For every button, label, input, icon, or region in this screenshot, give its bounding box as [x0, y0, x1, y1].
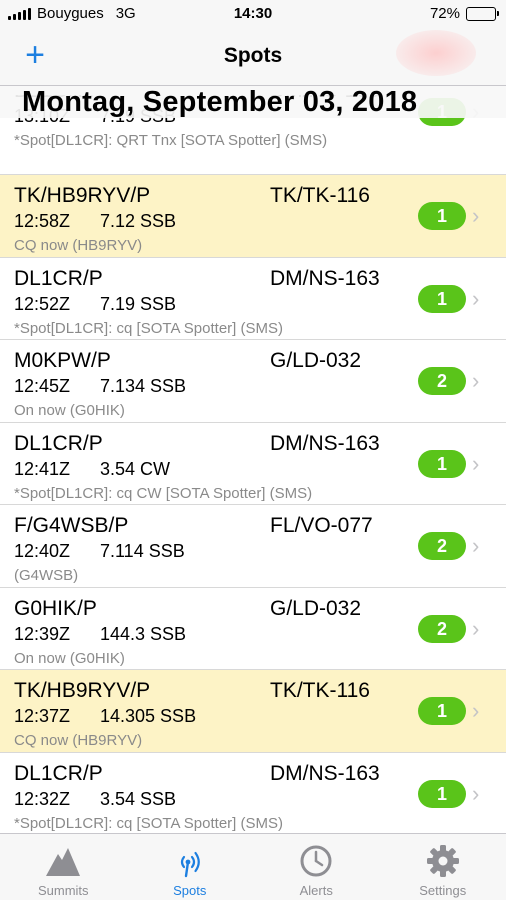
spot-time: 12:58Z [14, 211, 71, 231]
spot-callsign: DL1CR/P [14, 431, 103, 455]
chevron-right-icon: › [472, 368, 480, 393]
spot-callsign: DL1CR/P [14, 761, 103, 785]
spot-summit: TK/TK-116 [270, 184, 370, 207]
spot-count-badge: 2 [418, 614, 466, 643]
tab-spots[interactable]: Spots [127, 834, 254, 900]
chevron-right-icon: › [472, 698, 480, 723]
tab-bar: Summits Spots Alerts Settings [0, 833, 506, 900]
battery-icon [466, 6, 499, 21]
spot-time: 12:41Z [14, 458, 71, 479]
spot-comment: On now (G0HIK) [14, 649, 125, 667]
spot-comment: *Spot[DL1CR]: cq CW [SOTA Spotter] (SMS) [14, 484, 313, 502]
tab-label: Spots [173, 883, 207, 898]
spot-frequency: 7.134 SSB [100, 376, 187, 396]
spot-frequency: 3.54 CW [100, 458, 171, 479]
spot-summit: DM/NS-163 [270, 761, 380, 785]
gear-icon [426, 845, 459, 877]
tab-summits[interactable]: Summits [0, 834, 127, 900]
spot-comment: *Spot[DL1CR]: cq [SOTA Spotter] (SMS) [14, 319, 283, 337]
chevron-right-icon: › [472, 533, 480, 558]
spot-time: 12:52Z [14, 293, 71, 314]
spot-comment: *Spot[DL1CR]: QRT Tnx [SOTA Spotter] (SM… [14, 132, 328, 149]
spot-comment: On now (G0HIK) [14, 402, 125, 419]
spot-row[interactable]: TK/HB9RYV/P TK/TK-116 12:37Z 14.305 SSB CQ n… [0, 670, 506, 753]
tab-settings[interactable]: Settings [380, 834, 506, 900]
spot-comment: (G4WSB) [14, 567, 79, 584]
antenna-icon [180, 851, 200, 878]
spot-row[interactable]: DL1CR/P DM/NS-163 12:52Z 7.19 SSB *Spot[DL1C… [0, 257, 506, 340]
section-header: Montag, September 03, 2018 [0, 86, 506, 118]
spot-time: 12:40Z [14, 541, 71, 561]
spot-summit: FL/VO-077 [270, 514, 373, 537]
spot-comment: CQ now (HB9RYV) [14, 732, 143, 749]
spot-frequency: 144.3 SSB [100, 623, 187, 644]
tab-alerts[interactable]: Alerts [253, 834, 380, 900]
spot-frequency: 3.54 SSB [100, 788, 177, 809]
tab-label: Alerts [299, 883, 333, 898]
spot-row[interactable]: F/G4WSB/P FL/VO-077 12:40Z 7.114 SSB (G4WSB)… [0, 505, 506, 588]
spot-time: 12:45Z [14, 376, 71, 396]
spot-comment: CQ now (HB9RYV) [14, 237, 143, 254]
spot-row[interactable]: G0HIK/P G/LD-032 12:39Z 144.3 SSB On now (G0… [0, 587, 506, 670]
spot-row[interactable]: DL1CR/P DM/NS-163 12:32Z 3.54 SSB *Spot[DL1C… [0, 752, 506, 833]
chevron-right-icon: › [472, 450, 480, 476]
spot-callsign: G0HIK/P [14, 596, 97, 620]
section-date: Montag, September 03, 2018 [22, 86, 418, 118]
spot-frequency: 7.19 SSB [100, 293, 177, 314]
spot-frequency: 7.114 SSB [100, 541, 185, 561]
spot-time: 12:32Z [14, 788, 71, 809]
spot-summit: G/LD-032 [270, 349, 362, 372]
spot-comment: *Spot[DL1CR]: cq [SOTA Spotter] (SMS) [14, 814, 283, 832]
spot-count-badge: 1 [418, 697, 466, 725]
spot-callsign: TK/HB9RYV/P [14, 679, 151, 702]
status-bar: Bouygues 3G 14:30 72% [0, 0, 506, 28]
spot-count-badge: 1 [418, 779, 466, 808]
chevron-right-icon: › [472, 780, 480, 806]
spot-time: 12:37Z [14, 706, 71, 726]
nav-bar: + Spots [0, 28, 506, 86]
spot-callsign: TK/HB9RYV/P [14, 184, 151, 207]
spot-count-badge: 2 [418, 532, 466, 560]
spot-summit: G/LD-032 [270, 596, 362, 620]
spot-count-badge: 2 [418, 367, 466, 395]
spot-summit: DM/NS-163 [270, 431, 380, 455]
spot-summit: DM/NS-163 [270, 266, 380, 290]
spot-summit: TK/TK-116 [270, 679, 370, 702]
spot-count-badge: 1 [418, 202, 466, 230]
spot-callsign: F/G4WSB/P [14, 514, 129, 537]
status-right: 72% [429, 5, 499, 22]
spot-callsign: DL1CR/P [14, 266, 103, 290]
spot-callsign: M0KPW/P [14, 349, 111, 372]
spot-count-badge: 1 [418, 449, 466, 478]
spot-count-badge: 1 [418, 284, 466, 313]
spot-row[interactable]: TK/HB9RYV/P TK/TK-116 12:58Z 7.12 SSB CQ now… [0, 175, 506, 258]
chevron-right-icon: › [472, 615, 480, 641]
spot-frequency: 7.12 SSB [100, 211, 177, 231]
mountain-icon [46, 848, 81, 876]
spots-list[interactable]: DL1CR/PDM/NS-16313:10Z7.19 SSB*Spot[DL1C… [0, 95, 506, 833]
page-title: Spots [223, 44, 283, 67]
chevron-right-icon: › [472, 203, 480, 228]
battery-percent: 72% [429, 5, 460, 22]
spot-row[interactable]: M0KPW/P G/LD-032 12:45Z 7.134 SSB On now (G0… [0, 340, 506, 423]
spot-time: 12:39Z [14, 623, 71, 644]
tab-label: Summits [37, 883, 89, 898]
clock-icon [300, 845, 332, 877]
spot-row[interactable]: DL1CR/P DM/NS-163 12:41Z 3.54 CW *Spot[DL1CR… [0, 422, 506, 505]
chevron-right-icon: › [472, 285, 480, 311]
spot-frequency: 14.305 SSB [100, 706, 197, 726]
tab-label: Settings [419, 883, 467, 898]
